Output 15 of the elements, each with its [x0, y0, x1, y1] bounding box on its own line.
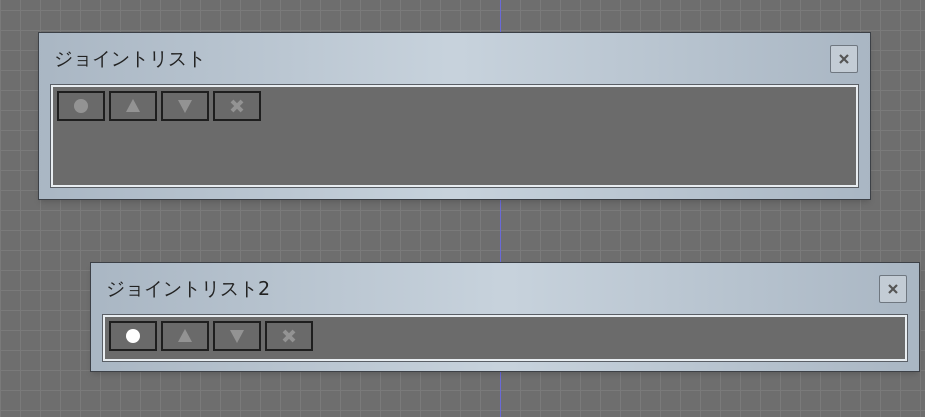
down-triangle-icon	[177, 98, 193, 114]
up-triangle-icon	[177, 328, 193, 344]
cross-icon	[229, 98, 245, 114]
cross-icon	[281, 328, 297, 344]
down-triangle-icon	[229, 328, 245, 344]
close-icon	[839, 54, 849, 64]
circle-icon	[125, 328, 141, 344]
close-icon	[888, 284, 898, 294]
add-button[interactable]	[109, 321, 157, 351]
circle-icon	[73, 98, 89, 114]
window-title: ジョイントリスト	[53, 46, 206, 72]
close-button[interactable]	[830, 45, 858, 73]
up-triangle-icon	[125, 98, 141, 114]
window-title: ジョイントリスト2	[105, 276, 270, 302]
close-button[interactable]	[879, 275, 907, 303]
